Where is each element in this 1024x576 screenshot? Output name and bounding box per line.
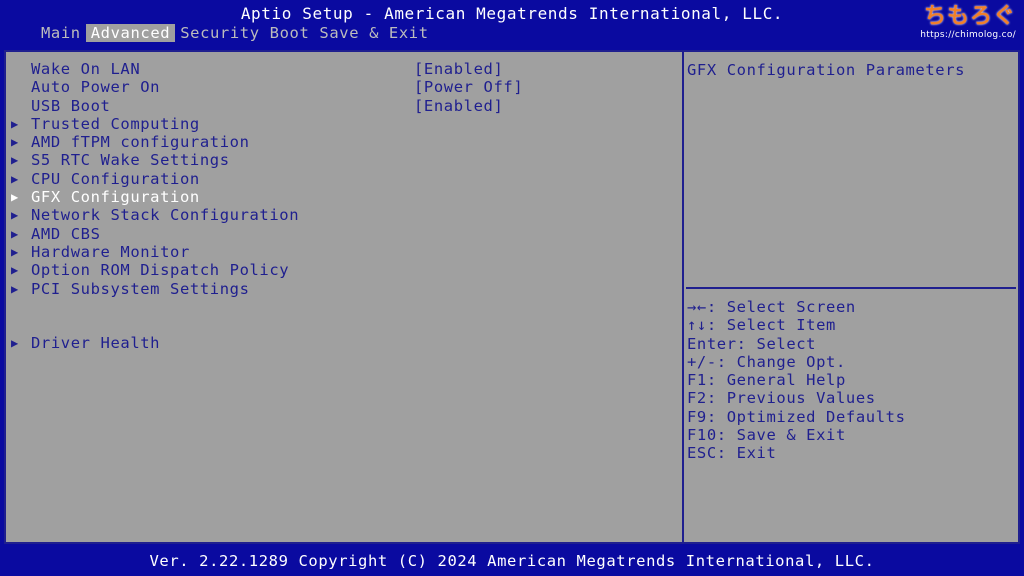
submenu-label: PCI Subsystem Settings xyxy=(31,279,250,298)
submenu-driver-health[interactable]: ▶ Driver Health xyxy=(6,334,676,352)
submenu-amd-ftpm[interactable]: ▶ AMD fTPM configuration xyxy=(6,133,676,151)
help-separator xyxy=(686,287,1016,289)
key-help-item: Enter: Select xyxy=(687,334,817,353)
key-help-item: F2: Previous Values xyxy=(687,389,876,408)
key-help-item: ESC: Exit xyxy=(687,444,777,463)
submenu-arrow-icon: ▶ xyxy=(11,190,19,205)
submenu-amd-cbs[interactable]: ▶ AMD CBS xyxy=(6,225,676,243)
submenu-label: Trusted Computing xyxy=(31,114,200,133)
key-help-item: F1: General Help xyxy=(687,371,846,390)
watermark-logo-text: ちもろぐ xyxy=(923,4,1016,29)
tab-boot[interactable]: Boot xyxy=(265,24,315,42)
submenu-label: CPU Configuration xyxy=(31,169,200,188)
key-help-item: F9: Optimized Defaults xyxy=(687,407,906,426)
main-panel: Wake On LAN [Enabled] Auto Power On [Pow… xyxy=(4,50,1020,544)
tab-security[interactable]: Security xyxy=(175,24,264,42)
menu-tabs: Main Advanced Security Boot Save & Exit xyxy=(36,24,434,42)
submenu-arrow-icon: ▶ xyxy=(11,244,19,259)
setting-label: USB Boot xyxy=(31,96,111,115)
setting-wake-on-lan[interactable]: Wake On LAN [Enabled] xyxy=(6,60,676,78)
submenu-pci-subsystem[interactable]: ▶ PCI Subsystem Settings xyxy=(6,280,676,298)
key-help-item: →←: Select Screen xyxy=(687,298,856,316)
submenu-label: Driver Health xyxy=(31,334,161,353)
setting-label: Auto Power On xyxy=(31,78,161,97)
submenu-network-stack[interactable]: ▶ Network Stack Configuration xyxy=(6,206,676,224)
submenu-label: AMD CBS xyxy=(31,224,101,243)
watermark-logo: ちもろぐ https://chimolog.co/ xyxy=(920,5,1016,41)
submenu-label: Hardware Monitor xyxy=(31,242,190,261)
submenu-arrow-icon: ▶ xyxy=(11,153,19,168)
tab-save-exit[interactable]: Save & Exit xyxy=(314,24,433,42)
setting-value[interactable]: [Power Off] xyxy=(414,78,523,96)
footer-copyright: Ver. 2.22.1289 Copyright (C) 2024 Americ… xyxy=(149,552,875,570)
settings-list: Wake On LAN [Enabled] Auto Power On [Pow… xyxy=(6,60,676,353)
submenu-arrow-icon: ▶ xyxy=(11,208,19,223)
submenu-hardware-monitor[interactable]: ▶ Hardware Monitor xyxy=(6,243,676,261)
submenu-option-rom-dispatch[interactable]: ▶ Option ROM Dispatch Policy xyxy=(6,261,676,279)
submenu-trusted-computing[interactable]: ▶ Trusted Computing xyxy=(6,115,676,133)
submenu-arrow-icon: ▶ xyxy=(11,226,19,241)
setting-value[interactable]: [Enabled] xyxy=(414,97,503,115)
key-help-item: F10: Save & Exit xyxy=(687,426,846,445)
title-bar: Aptio Setup - American Megatrends Intern… xyxy=(0,0,1024,24)
submenu-cpu-configuration[interactable]: ▶ CPU Configuration xyxy=(6,170,676,188)
submenu-s5-rtc-wake[interactable]: ▶ S5 RTC Wake Settings xyxy=(6,151,676,169)
tab-advanced[interactable]: Advanced xyxy=(85,24,176,42)
setting-auto-power-on[interactable]: Auto Power On [Power Off] xyxy=(6,78,676,96)
submenu-gfx-configuration[interactable]: ▶ GFX Configuration xyxy=(6,188,676,206)
submenu-arrow-icon: ▶ xyxy=(11,263,19,278)
key-help-item: +/-: Change Opt. xyxy=(687,352,846,371)
submenu-label: AMD fTPM configuration xyxy=(31,133,250,152)
submenu-label: S5 RTC Wake Settings xyxy=(31,151,230,170)
tab-main[interactable]: Main xyxy=(36,24,86,42)
watermark-url: https://chimolog.co/ xyxy=(920,30,1016,40)
key-help-item: ↑↓: Select Item xyxy=(687,316,836,335)
setting-usb-boot[interactable]: USB Boot [Enabled] xyxy=(6,97,676,115)
submenu-label: GFX Configuration xyxy=(31,188,200,207)
submenu-label: Network Stack Configuration xyxy=(31,206,300,225)
submenu-arrow-icon: ▶ xyxy=(11,135,19,150)
app-title: Aptio Setup - American Megatrends Intern… xyxy=(240,4,784,23)
help-description: GFX Configuration Parameters xyxy=(687,61,966,79)
submenu-arrow-icon: ▶ xyxy=(11,336,19,351)
submenu-arrow-icon: ▶ xyxy=(11,171,19,186)
submenu-arrow-icon: ▶ xyxy=(11,116,19,131)
submenu-label: Option ROM Dispatch Policy xyxy=(31,261,290,280)
setting-value[interactable]: [Enabled] xyxy=(414,60,503,78)
submenu-arrow-icon: ▶ xyxy=(11,281,19,296)
key-help-list: →←: Select Screen ↑↓: Select Item Enter:… xyxy=(687,298,906,463)
panel-divider xyxy=(682,52,684,542)
setting-label: Wake On LAN xyxy=(31,60,141,78)
